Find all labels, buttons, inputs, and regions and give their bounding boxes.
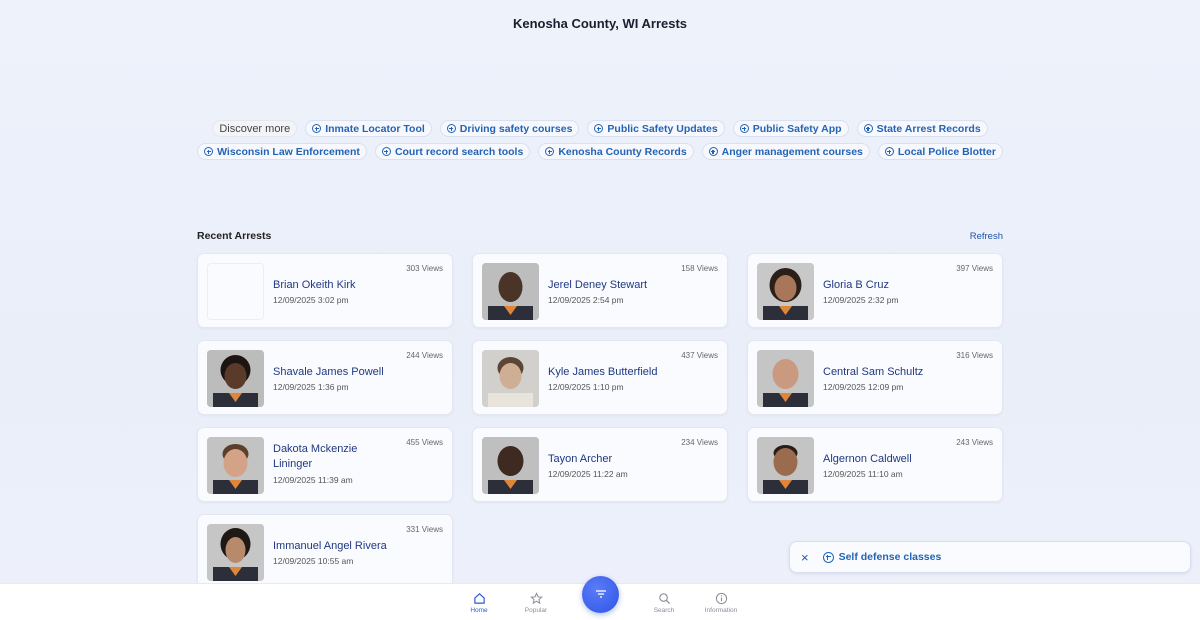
- search-icon: [634, 592, 694, 606]
- arrest-card[interactable]: Kyle James Butterfield 12/09/2025 1:10 p…: [472, 340, 728, 415]
- arrest-date: 12/09/2025 11:39 am: [273, 475, 353, 485]
- arrestee-name[interactable]: Brian Okeith Kirk: [273, 278, 393, 293]
- mugshot-image: [757, 350, 814, 407]
- arrestee-name[interactable]: Shavale James Powell: [273, 365, 393, 380]
- arrest-date: 12/09/2025 3:02 pm: [273, 295, 349, 305]
- arrest-card[interactable]: Dakota Mckenzie Lininger 12/09/2025 11:3…: [197, 427, 453, 502]
- mugshot-image: [207, 437, 264, 494]
- recent-arrests-header: Recent Arrests Refresh: [197, 230, 1003, 242]
- discover-chip[interactable]: Anger management courses: [701, 143, 870, 160]
- arrest-date: 12/09/2025 2:54 pm: [548, 295, 624, 305]
- star-icon: [506, 592, 566, 606]
- suggestion-banner: × Self defense classes: [789, 541, 1191, 573]
- suggestion-chip[interactable]: Self defense classes: [822, 551, 941, 563]
- plus-circle-icon: [446, 124, 456, 133]
- nav-home[interactable]: Home: [449, 592, 509, 614]
- close-icon[interactable]: ×: [801, 550, 809, 565]
- plus-circle-icon: [381, 147, 391, 156]
- refresh-link[interactable]: Refresh: [970, 231, 1003, 242]
- discover-chip[interactable]: Public Safety Updates: [587, 120, 725, 137]
- mugshot-image: [757, 263, 814, 320]
- arrest-card[interactable]: Jerel Deney Stewart 12/09/2025 2:54 pm 1…: [472, 253, 728, 328]
- arrest-date: 12/09/2025 1:10 pm: [548, 382, 624, 392]
- arrest-date: 12/09/2025 2:32 pm: [823, 295, 899, 305]
- filter-fab-button[interactable]: [582, 576, 619, 613]
- arrest-card[interactable]: Gloria B Cruz 12/09/2025 2:32 pm 397 Vie…: [747, 253, 1003, 328]
- arrest-card[interactable]: Immanuel Angel Rivera 12/09/2025 10:55 a…: [197, 514, 453, 589]
- view-count: 455 Views: [406, 438, 443, 447]
- view-count: 244 Views: [406, 351, 443, 360]
- view-count: 234 Views: [681, 438, 718, 447]
- mugshot-placeholder: [207, 263, 264, 320]
- discover-row-2: Wisconsin Law Enforcement Court record s…: [197, 143, 1003, 160]
- discover-row-1: Discover more Inmate Locator Tool Drivin…: [212, 120, 988, 137]
- view-count: 437 Views: [681, 351, 718, 360]
- arrestee-name[interactable]: Gloria B Cruz: [823, 278, 943, 293]
- plus-circle-icon: [545, 147, 555, 156]
- plus-circle-icon: [739, 124, 749, 133]
- discover-chip[interactable]: State Arrest Records: [856, 120, 988, 137]
- arrestee-name[interactable]: Kyle James Butterfield: [548, 365, 668, 380]
- discover-chip[interactable]: Court record search tools: [374, 143, 531, 160]
- nav-popular[interactable]: Popular: [506, 592, 566, 614]
- discover-chip[interactable]: Driving safety courses: [439, 120, 580, 137]
- arrests-grid: Brian Okeith Kirk 12/09/2025 3:02 pm 303…: [197, 253, 1003, 589]
- arrest-card[interactable]: Brian Okeith Kirk 12/09/2025 3:02 pm 303…: [197, 253, 453, 328]
- arrestee-name[interactable]: Algernon Caldwell: [823, 452, 943, 467]
- plus-circle-icon: [204, 147, 214, 156]
- arrestee-name[interactable]: Central Sam Schultz: [823, 365, 943, 380]
- nav-search[interactable]: Search: [634, 592, 694, 614]
- arrest-date: 12/09/2025 11:22 am: [548, 469, 628, 479]
- view-count: 316 Views: [956, 351, 993, 360]
- view-count: 303 Views: [406, 264, 443, 273]
- view-count: 158 Views: [681, 264, 718, 273]
- view-count: 243 Views: [956, 438, 993, 447]
- arrest-card[interactable]: Central Sam Schultz 12/09/2025 12:09 pm …: [747, 340, 1003, 415]
- arrestee-name[interactable]: Dakota Mckenzie Lininger: [273, 442, 393, 472]
- nav-information[interactable]: Information: [691, 592, 751, 614]
- mugshot-image: [482, 437, 539, 494]
- mugshot-image: [757, 437, 814, 494]
- mugshot-image: [482, 350, 539, 407]
- mugshot-image: [482, 263, 539, 320]
- arrest-card[interactable]: Tayon Archer 12/09/2025 11:22 am 234 Vie…: [472, 427, 728, 502]
- section-title: Recent Arrests: [197, 230, 272, 242]
- arrest-date: 12/09/2025 12:09 pm: [823, 382, 904, 392]
- arrest-card[interactable]: Shavale James Powell 12/09/2025 1:36 pm …: [197, 340, 453, 415]
- plus-circle-icon: [594, 124, 604, 133]
- arrestee-name[interactable]: Immanuel Angel Rivera: [273, 539, 393, 554]
- discover-chip[interactable]: Inmate Locator Tool: [305, 120, 432, 137]
- discover-chip[interactable]: Wisconsin Law Enforcement: [197, 143, 367, 160]
- plus-circle-icon: [822, 551, 834, 563]
- arrest-card[interactable]: Algernon Caldwell 12/09/2025 11:10 am 24…: [747, 427, 1003, 502]
- plus-circle-icon: [863, 124, 873, 133]
- arrestee-name[interactable]: Tayon Archer: [548, 452, 668, 467]
- arrest-date: 12/09/2025 11:10 am: [823, 469, 903, 479]
- info-icon: [691, 592, 751, 606]
- plus-circle-icon: [312, 124, 322, 133]
- discover-more-section: Discover more Inmate Locator Tool Drivin…: [0, 120, 1200, 160]
- plus-circle-icon: [884, 147, 894, 156]
- plus-circle-icon: [708, 147, 718, 156]
- arrest-date: 12/09/2025 1:36 pm: [273, 382, 349, 392]
- arrest-date: 12/09/2025 10:55 am: [273, 556, 354, 566]
- discover-more-label: Discover more: [212, 120, 298, 137]
- view-count: 331 Views: [406, 525, 443, 534]
- mugshot-image: [207, 524, 264, 581]
- home-icon: [449, 592, 509, 606]
- arrestee-name[interactable]: Jerel Deney Stewart: [548, 278, 668, 293]
- discover-chip[interactable]: Local Police Blotter: [877, 143, 1003, 160]
- filter-icon: [595, 586, 607, 604]
- discover-chip[interactable]: Kenosha County Records: [538, 143, 694, 160]
- view-count: 397 Views: [956, 264, 993, 273]
- page-title: Kenosha County, WI Arrests: [512, 16, 688, 31]
- mugshot-image: [207, 350, 264, 407]
- discover-chip[interactable]: Public Safety App: [732, 120, 849, 137]
